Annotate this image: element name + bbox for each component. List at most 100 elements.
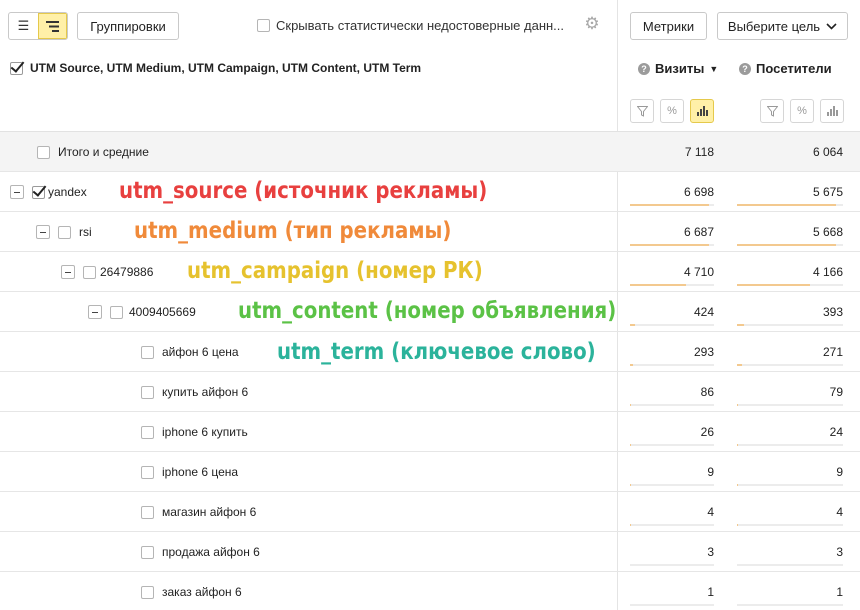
visits-bar [630,244,709,246]
visits-bar [630,324,636,326]
row-checkbox[interactable] [141,545,154,559]
select-all-checkbox[interactable] [10,61,23,75]
dimensions-header: UTM Source, UTM Medium, UTM Campaign, UT… [10,61,421,75]
row-checkbox[interactable] [37,145,50,159]
visitors-bar [737,404,739,406]
visits-value: 7 118 [684,145,714,159]
hide-unreliable-stats-checkbox[interactable] [257,19,270,32]
column-header-visits[interactable]: ? Визиты ▼ [638,61,718,76]
row-label: iphone 6 купить [162,425,248,439]
bar-chart-icon[interactable] [690,99,714,123]
column-header-label: Визиты [655,61,705,76]
visitors-bar-track [737,244,843,246]
row-checkbox[interactable] [141,345,154,359]
row-name: yandex [10,172,87,212]
goal-select-label: Выберите цель [727,18,821,34]
row-checkbox[interactable] [110,305,123,319]
table-row[interactable]: магазин айфон 6 4 4 [0,492,860,532]
visits-bar-track [630,284,714,286]
groupings-button[interactable]: Группировки [77,12,179,40]
row-label: 26479886 [100,265,154,279]
percent-icon[interactable]: % [660,99,684,123]
annotation-utm-campaign: utm_campaign (номер РК) [187,258,483,284]
row-checkbox[interactable] [58,225,71,239]
row-checkbox[interactable] [141,425,154,439]
table-row[interactable]: iphone 6 цена 9 9 [0,452,860,492]
visits-bar-track [630,444,714,446]
row-checkbox[interactable] [141,465,154,479]
row-checkbox[interactable] [141,385,154,399]
visitors-bar [737,284,810,286]
row-name: iphone 6 цена [141,452,238,492]
visitors-column-tools: % [760,99,844,123]
row-checkbox[interactable] [83,265,96,279]
sort-desc-icon: ▼ [709,63,719,74]
visits-bar-track [630,404,714,406]
annotation-utm-term: utm_term (ключевое слово) [277,339,596,365]
table-row[interactable]: заказ айфон 6 1 1 [0,572,860,610]
row-name: купить айфон 6 [141,372,248,412]
table-row-total: Итого и средние 7 118 6 064 [0,132,860,172]
table-row[interactable]: купить айфон 6 86 79 [0,372,860,412]
help-icon[interactable]: ? [739,62,751,75]
row-label: продажа айфон 6 [162,545,260,559]
row-label: 4009405669 [129,305,196,319]
visitors-value: 4 [836,505,843,519]
filter-icon[interactable] [630,99,654,123]
collapse-toggle[interactable] [36,225,50,239]
table-row[interactable]: iphone 6 купить 26 24 [0,412,860,452]
view-mode-toggle: ☰ [8,12,68,40]
visits-bar-track [630,244,714,246]
row-checkbox[interactable] [32,185,45,199]
visits-bar [630,404,631,406]
visits-value: 6 687 [683,225,714,239]
goal-select[interactable]: Выберите цель [717,12,848,40]
visits-bar [630,204,710,206]
annotation-utm-source: utm_source (источник рекламы) [119,178,488,204]
visits-value: 293 [693,345,714,359]
row-name: айфон 6 цена [141,332,239,372]
collapse-toggle[interactable] [10,185,24,199]
hide-unreliable-stats-option[interactable]: Скрывать статистически недостоверные дан… [257,18,564,33]
visitors-bar [737,204,837,206]
list-view-button[interactable]: ☰ [9,13,38,39]
visits-bar-track [630,564,714,566]
visits-column-tools: % [630,99,714,123]
visits-value: 26 [700,425,714,439]
row-name: 26479886 [61,252,153,292]
row-label: Итого и средние [58,145,149,159]
visitors-value: 6 064 [812,145,843,159]
visits-value: 9 [707,465,714,479]
collapse-toggle[interactable] [88,305,102,319]
visits-bar-track [630,524,714,526]
visits-value: 3 [707,545,714,559]
row-label: айфон 6 цена [162,345,239,359]
visits-value: 4 710 [683,265,714,279]
visitors-value: 79 [829,385,843,399]
tree-view-button[interactable] [38,13,67,39]
visits-bar [630,284,686,286]
filter-icon[interactable] [760,99,784,123]
toolbar: ☰ Группировки Скрывать статистически нед… [0,0,860,50]
collapse-toggle[interactable] [61,265,75,279]
row-checkbox[interactable] [141,585,154,599]
row-name: rsi [36,212,92,252]
row-checkbox[interactable] [141,505,154,519]
bar-chart-icon[interactable] [820,99,844,123]
row-label: yandex [48,185,87,199]
hide-unreliable-stats-label: Скрывать статистически недостоверные дан… [276,18,565,33]
visitors-value: 3 [836,545,843,559]
table-row[interactable]: продажа айфон 6 3 3 [0,532,860,572]
visitors-value: 271 [822,345,843,359]
column-header-visitors[interactable]: ? Посетители [739,61,832,76]
visitors-value: 393 [822,305,843,319]
list-icon: ☰ [17,18,30,33]
help-icon[interactable]: ? [638,62,650,75]
gear-icon[interactable]: ⚙ [582,14,602,34]
annotation-utm-content: utm_content (номер объявления) [238,298,617,324]
visits-bar [630,364,634,366]
visitors-value: 9 [836,465,843,479]
row-label: заказ айфон 6 [162,585,242,599]
metrics-button[interactable]: Метрики [630,12,707,40]
percent-icon[interactable]: % [790,99,814,123]
